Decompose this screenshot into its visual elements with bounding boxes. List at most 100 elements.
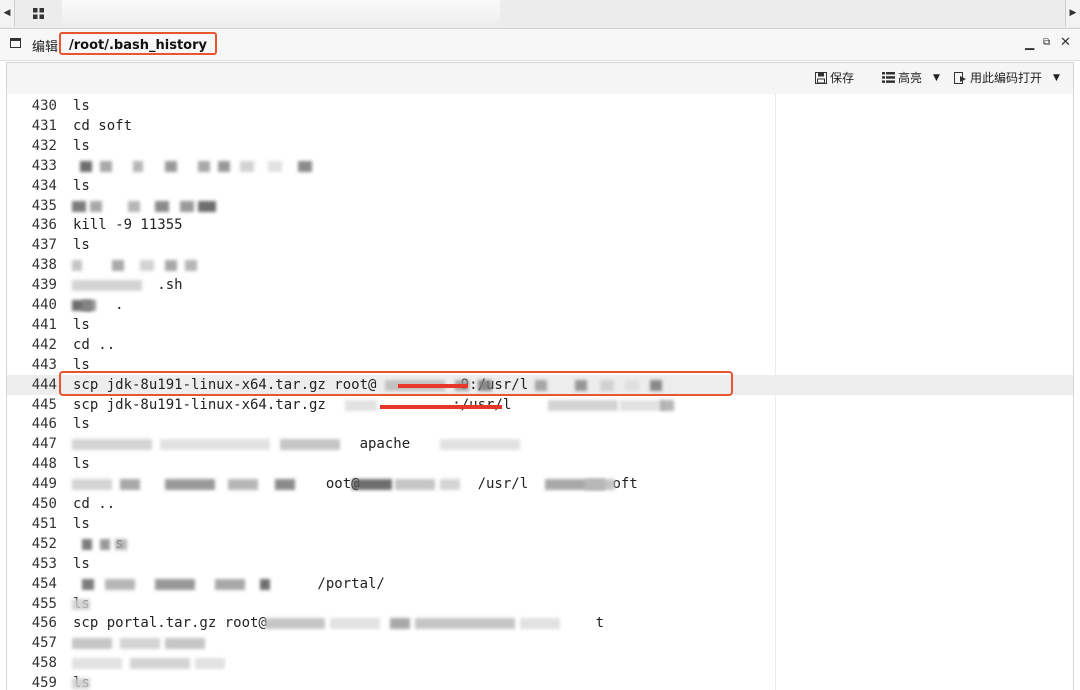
- scroll-left-arrow-icon[interactable]: ◀: [0, 0, 15, 27]
- restore-icon[interactable]: ⧉: [1043, 37, 1050, 48]
- redaction-blur: [165, 638, 205, 650]
- line-number: 449: [31, 476, 57, 493]
- line-text: ls: [73, 137, 90, 154]
- line-text: ls: [73, 316, 90, 333]
- redaction-blur: [128, 200, 140, 212]
- redaction-blur: [548, 399, 618, 411]
- tab-bar: ◀ ▶: [0, 0, 1080, 29]
- line-text: ls: [73, 98, 90, 114]
- redaction-blur: [268, 160, 282, 172]
- line-number: 430: [31, 98, 57, 114]
- editor-line[interactable]: 453 ls: [7, 554, 1073, 574]
- redaction-blur: [72, 598, 90, 610]
- line-number: 451: [31, 515, 57, 532]
- apps-grid-icon[interactable]: [14, 0, 63, 27]
- line-text: ls: [73, 456, 90, 473]
- redaction-blur: [390, 618, 410, 630]
- editor-line[interactable]: 442 cd ..: [7, 335, 1073, 355]
- window-icon: [10, 38, 21, 48]
- save-icon: [815, 71, 827, 84]
- redaction-blur: [260, 578, 270, 590]
- line-number: 445: [31, 396, 57, 413]
- editor-line[interactable]: 452 s: [7, 534, 1073, 554]
- redaction-blur: [395, 479, 435, 491]
- editor-line[interactable]: 450 cd ..: [7, 494, 1073, 514]
- line-text: ls: [73, 416, 90, 433]
- redaction-blur: [72, 479, 112, 491]
- minimize-icon[interactable]: ▁: [1025, 36, 1034, 50]
- redaction-blur: [133, 160, 143, 172]
- redaction-blur: [82, 578, 94, 590]
- line-number: 438: [31, 257, 57, 274]
- redaction-blur: [160, 439, 270, 451]
- highlight-label: 高亮: [898, 71, 923, 85]
- line-number: 433: [31, 157, 57, 174]
- editor-line[interactable]: 455ls: [7, 594, 1073, 614]
- redaction-blur: [330, 618, 380, 630]
- redaction-blur: [165, 260, 177, 272]
- editor-line[interactable]: 430 ls: [7, 96, 1073, 116]
- line-number: 439: [31, 277, 57, 294]
- tab-active[interactable]: [62, 0, 501, 27]
- redaction-blur: [72, 200, 86, 212]
- redaction-blur: [415, 618, 515, 630]
- redaction-blur: [345, 399, 377, 411]
- line-text: ls: [73, 237, 90, 254]
- line-number: 441: [31, 316, 57, 333]
- editor-line[interactable]: 441 ls: [7, 315, 1073, 335]
- line-number: 459: [31, 675, 57, 690]
- redaction-blur: [440, 479, 460, 491]
- highlight-dropdown[interactable]: 高亮 ▼: [882, 69, 940, 86]
- editor-line[interactable]: 437 ls: [7, 235, 1073, 255]
- redaction-blur: [198, 160, 210, 172]
- redaction-blur: [352, 479, 392, 491]
- redaction-blur: [265, 618, 325, 630]
- redaction-blur: [620, 399, 665, 411]
- line-number: 440: [31, 297, 57, 313]
- editor-line[interactable]: 432 ls: [7, 136, 1073, 156]
- redaction-blur: [520, 618, 560, 630]
- redaction-blur: [215, 578, 245, 590]
- editor-line[interactable]: 446 ls: [7, 414, 1073, 434]
- redaction-blur: [155, 578, 195, 590]
- line-number: 454: [31, 575, 57, 592]
- list-icon: [882, 72, 895, 83]
- editor-line[interactable]: 436 kill -9 11355: [7, 215, 1073, 235]
- highlight-annotation-box: [59, 371, 733, 396]
- editor-line[interactable]: 439 .sh: [7, 275, 1073, 295]
- redaction-blur: [130, 658, 190, 670]
- tab-inactive[interactable]: [500, 0, 1065, 27]
- scroll-right-arrow-icon[interactable]: ▶: [1065, 0, 1080, 27]
- editor-line[interactable]: 431 cd soft: [7, 116, 1073, 136]
- redaction-blur: [660, 399, 674, 411]
- editor-line[interactable]: 434 ls: [7, 176, 1073, 196]
- line-number: 447: [31, 436, 57, 453]
- window-titlebar: 编辑 /root/.bash_history ▁ ⧉ ✕: [0, 29, 1080, 61]
- redaction-blur: [90, 200, 102, 212]
- editor-line[interactable]: 445 scp jdk-8u191-linux-x64.tar.gz :/usr/…: [7, 395, 1073, 415]
- redaction-blur: [72, 638, 112, 650]
- save-label: 保存: [830, 71, 855, 85]
- window-title-label: 编辑: [32, 40, 59, 55]
- line-number: 443: [31, 356, 57, 373]
- open-with-encoding-dropdown[interactable]: 用此编码打开 ▼: [954, 69, 1060, 86]
- editor-line[interactable]: 451 ls: [7, 514, 1073, 534]
- redaction-blur: [72, 260, 82, 272]
- line-number: 455: [31, 595, 57, 612]
- redaction-blur: [165, 160, 177, 172]
- line-text: cd ..: [73, 496, 116, 512]
- redaction-blur: [120, 638, 160, 650]
- line-number: 456: [31, 615, 57, 632]
- line-number: 432: [31, 137, 57, 154]
- editor-line[interactable]: 459ls: [7, 673, 1073, 690]
- line-text: kill -9 11355: [73, 217, 183, 234]
- save-button[interactable]: 保存: [815, 69, 854, 86]
- line-number: 446: [31, 416, 57, 433]
- redaction-blur: [275, 479, 295, 491]
- editor-line[interactable]: 448 ls: [7, 454, 1073, 474]
- close-icon[interactable]: ✕: [1060, 35, 1071, 50]
- line-text: ls: [73, 515, 90, 532]
- redaction-blur: [72, 280, 142, 292]
- redaction-blur: [100, 160, 112, 172]
- editor-line[interactable]: 440 .: [7, 295, 1073, 315]
